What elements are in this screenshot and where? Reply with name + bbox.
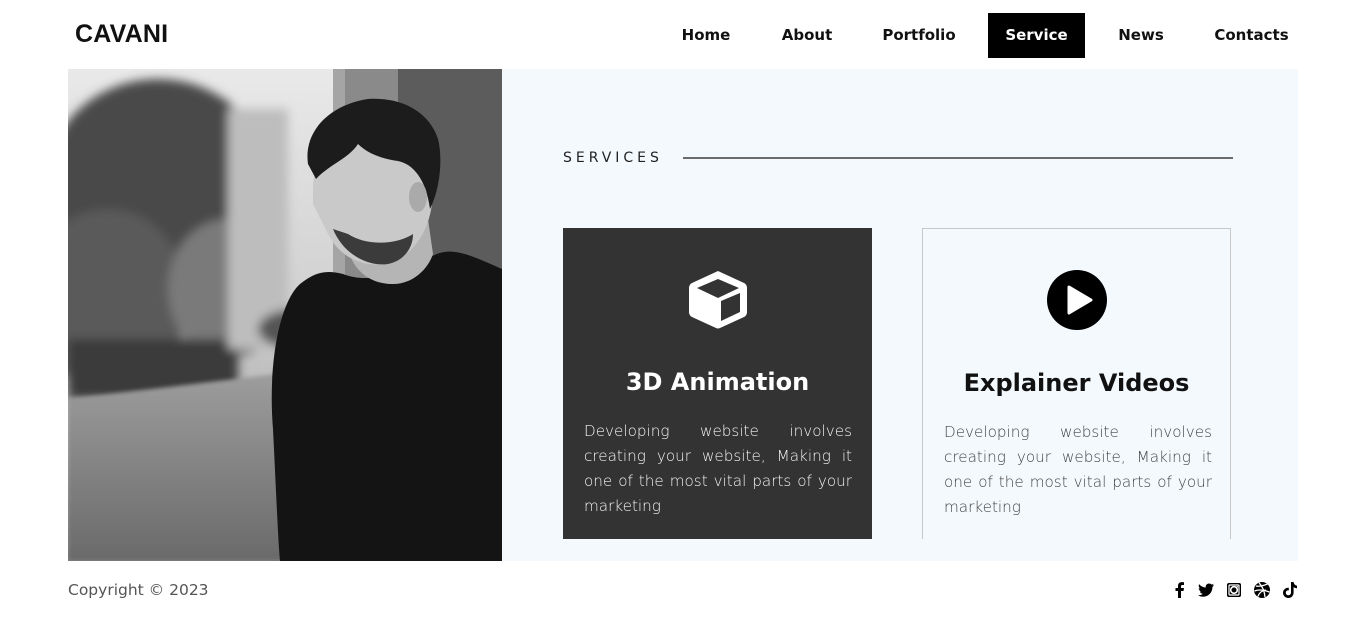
instagram-icon[interactable]	[1224, 580, 1244, 600]
card-title: 3D Animation	[625, 368, 810, 396]
card-description: Developing website involves creating you…	[584, 422, 852, 515]
cube-icon	[688, 271, 747, 329]
dribbble-icon[interactable]	[1252, 580, 1272, 600]
nav-portfolio[interactable]: Portfolio	[872, 13, 966, 58]
hero-portrait-image	[68, 69, 502, 561]
nav-home[interactable]: Home	[670, 13, 742, 58]
card-title: Explainer Videos	[963, 369, 1190, 397]
facebook-icon[interactable]	[1170, 580, 1190, 600]
main-nav: Home About Portfolio Service News Contac…	[0, 13, 1366, 58]
copyright-text: Copyright © 2023	[68, 581, 209, 599]
service-card-3d-animation[interactable]: 3D Animation Developing website involves…	[563, 228, 872, 539]
tiktok-icon[interactable]	[1280, 580, 1300, 600]
service-card-explainer-videos[interactable]: Explainer Videos Developing website invo…	[922, 228, 1231, 539]
section-title: SERVICES	[563, 150, 663, 166]
nav-about[interactable]: About	[771, 13, 843, 58]
nav-news[interactable]: News	[1107, 13, 1175, 58]
nav-contacts[interactable]: Contacts	[1205, 13, 1298, 58]
play-circle-icon	[1046, 270, 1107, 330]
nav-service[interactable]: Service	[988, 13, 1085, 58]
card-description: Developing website involves creating you…	[944, 423, 1212, 516]
twitter-icon[interactable]	[1196, 580, 1216, 600]
section-divider	[683, 157, 1233, 159]
